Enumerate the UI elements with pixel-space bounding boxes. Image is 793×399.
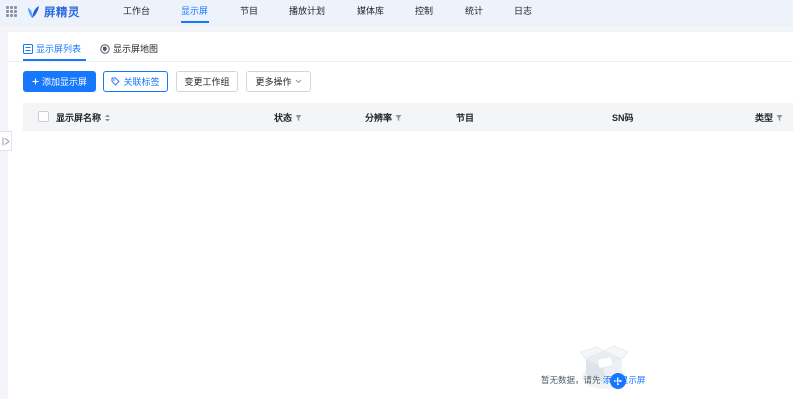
top-bar: 屏精灵 工作台 显示屏 节目 播放计划 媒体库 控制 统计 日志 [0, 0, 793, 26]
add-display-button[interactable]: 添加显示屏 [23, 71, 96, 92]
nav-item-logs[interactable]: 日志 [514, 5, 532, 17]
map-icon [100, 43, 110, 54]
add-display-label: 添加显示屏 [41, 77, 87, 87]
nav-item-schedule[interactable]: 播放计划 [289, 5, 325, 17]
column-sn-label: SN码 [612, 113, 634, 123]
column-resolution-label: 分辨率 [365, 113, 393, 123]
nav-active-indicator [181, 21, 209, 23]
nav-item-media-library[interactable]: 媒体库 [357, 5, 384, 17]
chevron-down-icon [295, 79, 301, 84]
tab-display-list-label: 显示屏列表 [36, 44, 82, 54]
empty-state [568, 337, 678, 397]
filter-icon[interactable] [776, 114, 783, 122]
column-header-resolution[interactable]: 分辨率 [365, 111, 402, 124]
tab-display-map-label: 显示屏地图 [113, 44, 159, 54]
link-tags-button[interactable]: 关联标签 [103, 71, 168, 92]
filter-icon[interactable] [395, 114, 402, 122]
empty-state-text: 暂无数据，请先 [541, 375, 601, 385]
expand-sidebar-button[interactable] [0, 131, 12, 151]
change-workgroup-label: 变更工作组 [184, 77, 230, 87]
table-header: 显示屏名称 状态 分辨率 节目 SN码 类型 [23, 103, 793, 130]
main-nav: 工作台 显示屏 节目 播放计划 媒体库 控制 统计 日志 [0, 0, 793, 26]
column-status-label: 状态 [274, 113, 293, 123]
change-workgroup-button[interactable]: 变更工作组 [176, 71, 238, 92]
column-name-label: 显示屏名称 [56, 113, 102, 123]
column-header-name[interactable]: 显示屏名称 [56, 111, 111, 124]
link-tags-label: 关联标签 [123, 77, 160, 87]
column-header-program: 节目 [456, 111, 474, 124]
column-header-sn: SN码 [612, 111, 634, 124]
expand-sidebar-icon [2, 137, 10, 145]
column-program-label: 节目 [456, 113, 475, 123]
select-all-checkbox[interactable] [38, 111, 49, 122]
tab-display-map[interactable]: 显示屏地图 [100, 42, 158, 55]
filter-icon[interactable] [295, 114, 302, 122]
tabs-divider [8, 61, 793, 62]
nav-item-workbench[interactable]: 工作台 [123, 5, 150, 17]
sort-icon[interactable] [104, 114, 111, 122]
column-header-type[interactable]: 类型 [755, 111, 783, 124]
column-type-label: 类型 [755, 113, 774, 123]
main-panel: 显示屏列表 显示屏地图 添加显示屏 关联标签 变更工作组 更多操作 显示屏名称 … [8, 32, 793, 399]
plus-icon [32, 78, 39, 85]
more-actions-label: 更多操作 [255, 77, 292, 87]
column-header-status[interactable]: 状态 [274, 111, 302, 124]
tag-icon [112, 77, 121, 86]
empty-state-message: 暂无数据，请先 添加显示屏 [541, 374, 645, 386]
table-header-divider [23, 130, 793, 131]
list-icon [23, 43, 33, 54]
nav-item-statistics[interactable]: 统计 [465, 5, 483, 17]
tab-display-list[interactable]: 显示屏列表 [23, 42, 81, 55]
nav-item-displays[interactable]: 显示屏 [181, 5, 208, 17]
nav-item-programs[interactable]: 节目 [240, 5, 258, 17]
more-actions-dropdown[interactable]: 更多操作 [246, 71, 311, 92]
add-display-link[interactable]: 添加显示屏 [603, 375, 646, 385]
nav-item-control[interactable]: 控制 [415, 5, 433, 17]
